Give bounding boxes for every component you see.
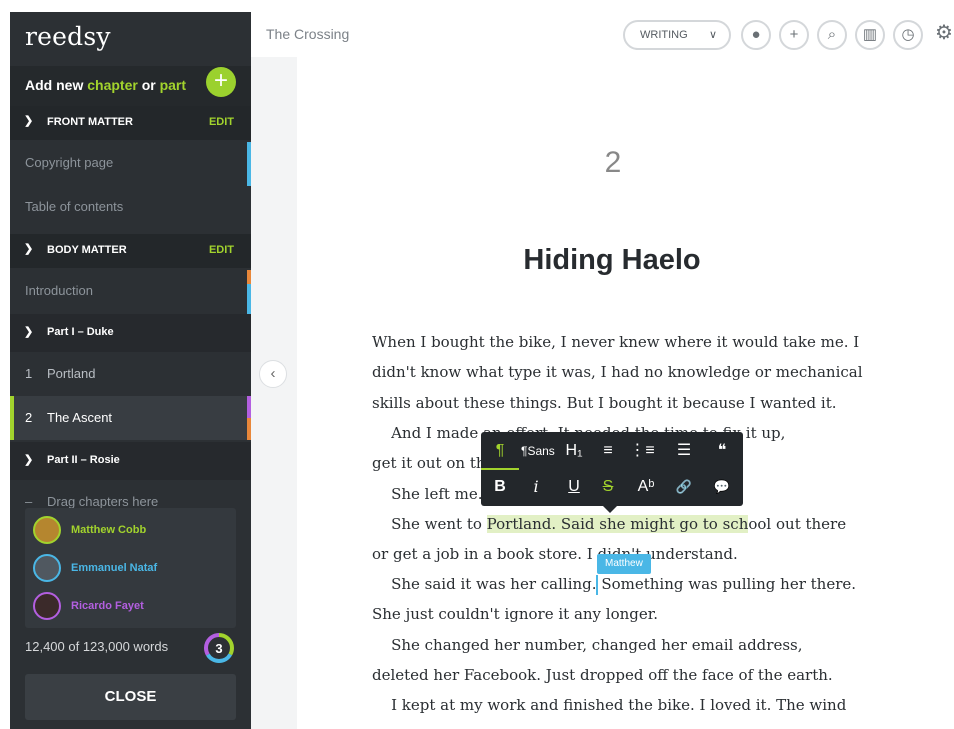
- front-matter-label: FRONT MATTER: [47, 116, 133, 128]
- heading-button[interactable]: H₁: [559, 436, 589, 466]
- clock-icon: ◷: [901, 26, 915, 43]
- mode-select[interactable]: WRITING ∨: [623, 20, 731, 50]
- collaborator-cursor: [596, 575, 598, 595]
- search-icon: ⌕: [827, 26, 837, 43]
- chevron-down-icon: ∨: [708, 29, 717, 41]
- settings-button[interactable]: ⚙: [929, 20, 954, 50]
- active-format-indicator: [481, 468, 519, 470]
- front-matter-header[interactable]: ❯ FRONT MATTER EDIT: [10, 106, 251, 140]
- comment-icon: ●: [751, 26, 761, 43]
- close-button[interactable]: CLOSE: [25, 674, 236, 720]
- collaborator-cursor-label: Matthew: [597, 554, 651, 574]
- collapse-sidebar-button[interactable]: ‹: [259, 360, 287, 388]
- comment-anchor: Something was pulling her there.: [596, 575, 857, 593]
- chevron-left-icon: ‹: [270, 365, 276, 382]
- text-line: She left me.: [372, 485, 483, 503]
- history-button[interactable]: ◷: [893, 20, 923, 50]
- sidebar-item-the-ascent[interactable]: 2 The Ascent: [10, 396, 251, 440]
- paragraph-sans-button[interactable]: ¶Sans: [521, 436, 555, 466]
- sidebar-item-introduction[interactable]: Introduction: [10, 270, 251, 314]
- trash-button[interactable]: ▥: [855, 20, 885, 50]
- front-matter-edit-button[interactable]: EDIT: [209, 116, 234, 128]
- trash-icon: ▥: [862, 26, 878, 43]
- word-count: 12,400 of 123,000 words: [25, 639, 169, 654]
- text-line: I kept at my work and finished the bike.…: [372, 696, 847, 714]
- sidebar-item-portland[interactable]: 1 Portland: [10, 352, 251, 396]
- bullet-list-button[interactable]: ☰: [669, 436, 699, 466]
- text-line: She just couldn't ignore it any longer.: [372, 605, 659, 623]
- gear-icon: ⚙: [935, 22, 953, 44]
- text-line: When I bought the bike, I never knew whe…: [372, 333, 860, 351]
- highlighted-line: She went to Portland. Said she might go …: [372, 515, 847, 533]
- chevron-down-icon: ❯: [24, 326, 34, 338]
- italic-button[interactable]: i: [521, 472, 551, 502]
- body-matter-header[interactable]: ❯ BODY MATTER EDIT: [10, 234, 251, 268]
- chevron-down-icon: ❯: [24, 115, 34, 127]
- formatting-toolbar: ¶ ¶Sans H₁ ≡ ⋮≡ ☰ ❝ B i U S Aᵇ 🔗 💬: [481, 432, 743, 513]
- sidebar-item-copyright-page[interactable]: Copyright page: [10, 142, 251, 186]
- collaborators-panel: Matthew Cobb Emmanuel Nataf Ricardo Faye…: [25, 508, 236, 628]
- book-title: The Crossing: [266, 26, 350, 42]
- superscript-button[interactable]: Aᵇ: [631, 472, 661, 502]
- sidebar-item-table-of-contents[interactable]: Table of contents: [10, 186, 251, 230]
- editor-margin: [251, 57, 297, 729]
- comment-line: She said it was her calling. Something w…: [372, 575, 857, 593]
- body-matter-label: BODY MATTER: [47, 244, 127, 256]
- chevron-down-icon: ❯: [24, 243, 34, 255]
- reedsy-logo[interactable]: reedsy: [25, 22, 111, 51]
- paragraph-serif-button[interactable]: ¶: [485, 436, 515, 466]
- comment-icon[interactable]: 💬: [707, 472, 737, 502]
- active-indicator: [10, 396, 14, 440]
- text-selection: Portland. Said she might go to sch: [486, 515, 749, 533]
- bold-button[interactable]: B: [485, 472, 515, 502]
- body-matter-edit-button[interactable]: EDIT: [209, 244, 234, 256]
- ordered-list-button[interactable]: ⋮≡: [627, 436, 657, 466]
- avatar: [33, 554, 61, 582]
- chevron-down-icon: ❯: [24, 454, 34, 466]
- text-line: skills about these things. But I bought …: [372, 394, 837, 412]
- add-chapter-label: Add new chapter or part: [25, 77, 187, 93]
- add-button[interactable]: +: [779, 20, 809, 50]
- text-line: She changed her number, changed her emai…: [372, 636, 803, 654]
- quote-button[interactable]: ❝: [707, 436, 737, 466]
- progress-ring: 3: [204, 633, 234, 663]
- search-button[interactable]: ⌕: [817, 20, 847, 50]
- align-left-button[interactable]: ≡: [593, 436, 623, 466]
- text-line: deleted her Facebook. Just dropped off t…: [372, 666, 833, 684]
- part-header-duke[interactable]: ❯ Part I – Duke: [10, 314, 251, 352]
- comments-button[interactable]: ●: [741, 20, 771, 50]
- text-line: didn't know what type it was, I had no k…: [372, 363, 863, 381]
- underline-button[interactable]: U: [559, 472, 589, 502]
- strikethrough-button[interactable]: S: [593, 472, 623, 502]
- ring-badge: 3: [215, 641, 222, 656]
- sidebar: reedsy Add new chapter or part + ❯ FRONT…: [10, 12, 251, 729]
- add-chapter-button[interactable]: +: [206, 67, 236, 97]
- avatar: [33, 592, 61, 620]
- link-icon[interactable]: 🔗: [669, 472, 699, 502]
- plus-icon: +: [789, 26, 799, 43]
- avatar: [33, 516, 61, 544]
- part-header-rosie[interactable]: ❯ Part II – Rosie: [10, 442, 251, 480]
- text-line: or get a job in a book store. I didn't u…: [372, 545, 738, 563]
- chapter-title[interactable]: Hiding Haelo: [372, 244, 852, 277]
- chapter-number: 2: [604, 146, 622, 179]
